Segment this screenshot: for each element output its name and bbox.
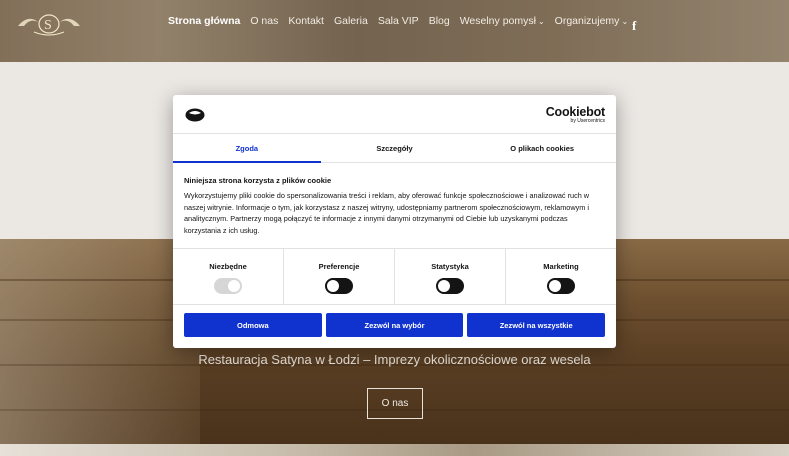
preferences-switch[interactable] [325,278,353,294]
toggle-group-marketing: Marketing [506,249,616,304]
tab-consent[interactable]: Zgoda [173,134,321,163]
tab-about-cookies[interactable]: O plikach cookies [468,134,616,162]
nav-item-label: Sala VIP [377,15,419,27]
consent-toggles: Niezbędne Preferencje Statystyka Marketi… [173,248,616,305]
nav-item-strona-główna[interactable]: Strona główna [168,15,240,27]
next-section-image [0,444,789,456]
nav-item-label: Weselny pomysł [459,15,536,27]
nav-item-organizujemy[interactable]: Organizujemy ⌄ [555,15,628,27]
about-us-button[interactable]: O nas [367,388,423,419]
toggle-group-preferences: Preferencje [284,249,395,304]
dialog-description: Wykorzystujemy pliki cookie do spersonal… [184,191,590,235]
chevron-down-icon: ⌄ [621,16,629,26]
site-header: S Strona główna O nas Kontakt Galeria Sala V… [0,0,789,62]
marketing-switch[interactable] [547,278,575,294]
cookiebot-logo-text: Cookiebot [545,105,606,119]
satyna-logo[interactable]: S [14,6,84,38]
nav-item-label: Strona główna [168,15,241,27]
toggle-group-statistics: Statystyka [395,249,506,304]
nav-item-label: O nas [250,15,279,27]
tab-details[interactable]: Szczegóły [321,134,469,162]
allow-all-button[interactable]: Zezwól na wszystkie [467,313,606,337]
nav-item-label: Blog [428,15,450,27]
cookie-consent-dialog: Cookiebot by Usercentrics Zgoda Szczegół… [173,95,616,348]
nav-item-galeria[interactable]: Galeria [334,15,368,27]
nav-item-o-nas[interactable]: O nas [250,15,278,27]
cookie-icon [185,108,205,122]
toggle-label-statistics: Statystyka [431,262,469,271]
dialog-tabs: Zgoda Szczegóły O plikach cookies [173,133,616,163]
dialog-buttons: Odmowa Zezwól na wybór Zezwól na wszystk… [184,313,606,337]
nav-item-sala-vip[interactable]: Sala VIP [378,15,419,27]
facebook-icon[interactable]: f [632,18,636,34]
allow-selection-button[interactable]: Zezwól na wybór [325,313,464,337]
necessary-switch [214,278,242,294]
toggle-label-preferences: Preferencje [318,262,360,271]
toggle-label-marketing: Marketing [543,262,579,271]
nav-item-label: Organizujemy [554,15,620,27]
toggle-group-necessary: Niezbędne [173,249,284,304]
nav-item-weselny-pomysł[interactable]: Weselny pomysł ⌄ [460,15,545,27]
cookiebot-brand[interactable]: Cookiebot by Usercentrics [545,105,606,124]
hero-subtitle: Restauracja Satyna w Łodzi – Imprezy oko… [198,352,591,367]
chevron-down-icon: ⌄ [537,16,545,26]
nav-item-label: Kontakt [288,15,324,27]
statistics-switch[interactable] [436,278,464,294]
dialog-title: Niniejsza strona korzysta z plików cooki… [184,176,332,185]
nav-item-blog[interactable]: Blog [429,15,450,27]
nav-item-kontakt[interactable]: Kontakt [288,15,324,27]
toggle-label-necessary: Niezbędne [209,262,247,271]
main-nav: Strona główna O nas Kontakt Galeria Sala VIP… [168,15,628,27]
nav-item-label: Galeria [333,15,368,27]
svg-text:S: S [44,18,52,33]
deny-button[interactable]: Odmowa [184,313,322,337]
